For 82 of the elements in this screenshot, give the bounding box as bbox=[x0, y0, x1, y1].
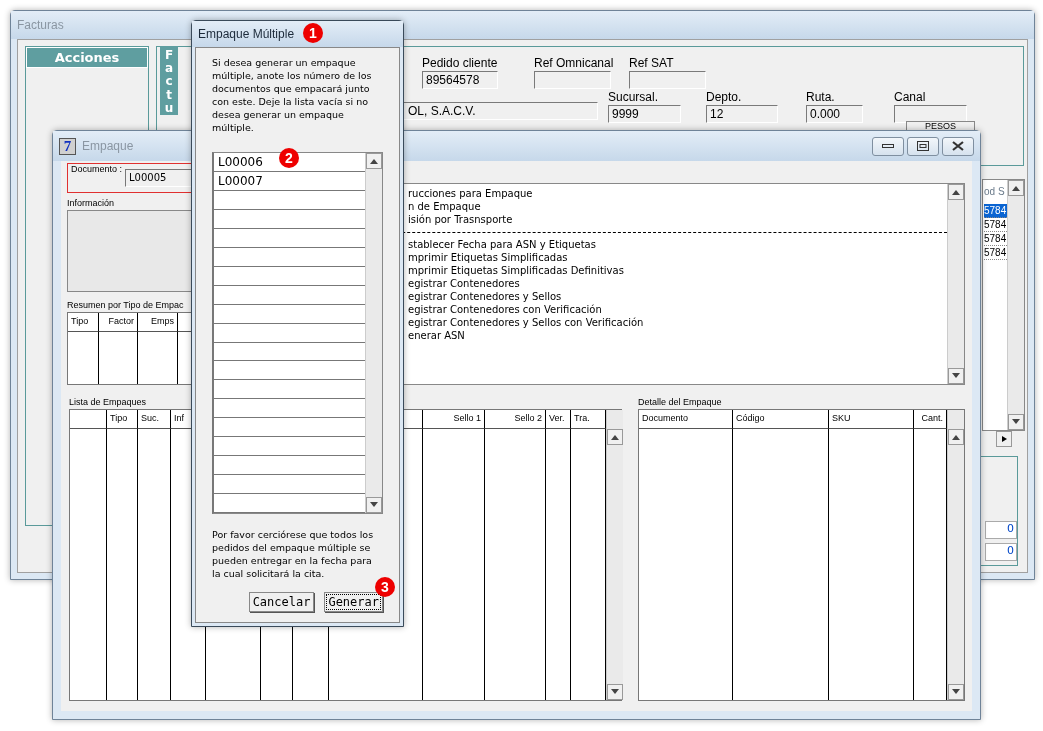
dialog-button[interactable]: Cancelar bbox=[248, 592, 315, 612]
column-header: Tipo bbox=[107, 410, 138, 429]
field-label: Documento : bbox=[71, 164, 123, 174]
scroll-up-button[interactable] bbox=[948, 184, 964, 200]
maximize-icon bbox=[917, 141, 929, 151]
total-field[interactable]: 0 bbox=[985, 521, 1017, 539]
caret-up-icon bbox=[952, 434, 960, 440]
scroll-up-button[interactable] bbox=[366, 153, 382, 169]
close-button[interactable] bbox=[942, 136, 974, 156]
menu-item[interactable]: isión por Trasnsporte bbox=[408, 213, 513, 226]
scroll-down-button[interactable] bbox=[948, 368, 964, 384]
field-label: Sucursal. bbox=[608, 90, 659, 104]
menu-item[interactable]: rucciones para Empaque bbox=[408, 187, 533, 200]
column-header: SKU bbox=[829, 410, 914, 429]
field-label: Pedido cliente bbox=[422, 56, 498, 70]
column-header: Documento bbox=[639, 410, 733, 429]
field-label: Canal bbox=[894, 90, 926, 104]
menu-item[interactable]: egistrar Contenedores y Sellos bbox=[408, 290, 562, 303]
section-label: Lista de Empaques bbox=[69, 397, 147, 407]
caret-down-icon bbox=[952, 689, 960, 695]
caret-up-icon bbox=[952, 189, 960, 195]
caret-right-icon bbox=[1000, 436, 1008, 442]
scroll-down-button[interactable] bbox=[948, 684, 964, 700]
field-label: Ref Omnicanal bbox=[534, 56, 614, 70]
section-label: Detalle del Empaque bbox=[638, 397, 722, 407]
maximize-button[interactable] bbox=[907, 136, 939, 156]
column-header: Emps bbox=[138, 313, 178, 332]
caret-down-icon bbox=[611, 689, 619, 695]
scroll-down-button[interactable] bbox=[607, 684, 623, 700]
caret-up-icon bbox=[611, 434, 619, 440]
close-icon bbox=[951, 141, 965, 151]
column-header: Suc. bbox=[138, 410, 171, 429]
input-field[interactable]: 9999 bbox=[608, 105, 681, 123]
column-header: Tipo bbox=[68, 313, 99, 332]
scroll-down-button[interactable] bbox=[366, 497, 382, 513]
caret-up-icon bbox=[370, 158, 378, 164]
dialog-note: Por favor cerciórese que todos los pedidos del empaque múltiple se pueden entregar en la fecha para la cual solicitará la cita. bbox=[212, 528, 375, 580]
minimize-button[interactable] bbox=[872, 136, 904, 156]
menu-item[interactable]: n de Empaque bbox=[408, 200, 481, 213]
window-title: Empaque bbox=[82, 139, 134, 153]
field-label: Depto. bbox=[706, 90, 742, 104]
menu-item[interactable]: stablecer Fecha para ASN y Etiquetas bbox=[408, 238, 596, 251]
list-row[interactable]: 5784 bbox=[984, 204, 1007, 218]
menu-item[interactable]: mprimir Etiquetas Simplificadas Definitivas bbox=[408, 264, 624, 277]
caret-down-icon bbox=[952, 373, 960, 379]
scroll-down-button[interactable] bbox=[1008, 414, 1024, 430]
input-field[interactable]: 0.000 bbox=[806, 105, 863, 123]
input-field[interactable]: 89564578 bbox=[422, 71, 498, 89]
menu-item[interactable]: egistrar Contenedores con Verificación bbox=[408, 303, 602, 316]
column-header: od S bbox=[984, 185, 1005, 199]
field-label: Ruta. bbox=[806, 90, 835, 104]
app-icon: 7 bbox=[59, 137, 76, 155]
column-header: Sello 2 bbox=[485, 410, 546, 429]
scroll-right-button[interactable] bbox=[996, 431, 1012, 447]
dialog-button[interactable]: Generar bbox=[324, 592, 383, 612]
caret-down-icon bbox=[370, 502, 378, 508]
minimize-icon bbox=[882, 144, 894, 148]
window-title: Facturas bbox=[17, 18, 64, 32]
menu-item[interactable]: mprimir Etiquetas Simplificadas bbox=[408, 251, 568, 264]
menu-item[interactable]: egistrar Contenedores y Sellos con Verificación bbox=[408, 316, 644, 329]
scroll-up-button[interactable] bbox=[948, 429, 964, 445]
column-header: Factor bbox=[99, 313, 138, 332]
code-list[interactable]: od S 5784 5784 5784 5784 bbox=[982, 179, 1025, 431]
input-field[interactable] bbox=[629, 71, 706, 89]
field-label: Ref SAT bbox=[629, 56, 674, 70]
input-field[interactable]: 12 bbox=[706, 105, 778, 123]
menu-item[interactable]: enerar ASN bbox=[408, 329, 465, 342]
scroll-up-button[interactable] bbox=[607, 429, 623, 445]
column-header: Ver. bbox=[546, 410, 571, 429]
section-label: Información bbox=[67, 198, 115, 208]
input-field[interactable] bbox=[534, 71, 611, 89]
scroll-up-button[interactable] bbox=[1008, 180, 1024, 196]
total-field[interactable]: 0 bbox=[985, 543, 1017, 561]
column-header: Código bbox=[733, 410, 829, 429]
dialog-title: Empaque Múltiple bbox=[198, 27, 295, 41]
input-field[interactable] bbox=[894, 105, 967, 123]
panel-title: Acciones bbox=[26, 47, 148, 68]
section-label: Resumen por Tipo de Empac bbox=[67, 300, 184, 310]
caret-up-icon bbox=[1012, 185, 1020, 191]
menu-item[interactable]: egistrar Contenedores bbox=[408, 277, 520, 290]
column-header: Sello 1 bbox=[423, 410, 485, 429]
caret-down-icon bbox=[1012, 419, 1020, 425]
